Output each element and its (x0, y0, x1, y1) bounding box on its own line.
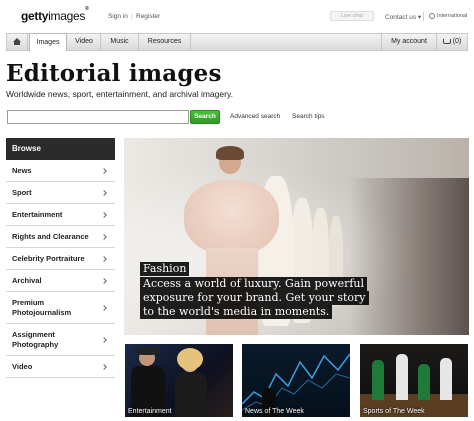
chevron-right-icon (101, 211, 107, 218)
logo-text-thin: images (48, 9, 86, 23)
home-icon (13, 38, 21, 45)
search-input[interactable] (7, 110, 189, 124)
header-divider (423, 12, 424, 21)
sign-in-link[interactable]: Sign in (108, 13, 128, 20)
thumbnail-sports-of-the-week[interactable]: Sports of The Week (360, 344, 468, 417)
thumbnail-news-of-the-week[interactable]: News of The Week (242, 344, 350, 417)
audience-background (349, 178, 469, 335)
sidebar-item-rights-and-clearance[interactable]: Rights and Clearance (6, 226, 115, 248)
chevron-right-icon (101, 304, 107, 311)
getty-images-logo[interactable]: gettyimages® (21, 6, 89, 23)
page-title: Editorial images (6, 60, 222, 87)
advanced-search-link[interactable]: Advanced search (230, 113, 280, 120)
my-account-button[interactable]: My account (381, 34, 436, 50)
hero-fashion-image[interactable]: Fashion Access a world of luxury. Gain p… (124, 138, 469, 335)
main-nav-bar: Images Video Music Resources My account … (6, 33, 468, 51)
hero-caption-line: to the world's media in moments. (140, 305, 333, 319)
chevron-right-icon (101, 336, 107, 343)
register-link[interactable]: Register (136, 13, 160, 20)
sidebar-item-label: Sport (12, 188, 32, 197)
sidebar-item-label: Video (12, 362, 33, 371)
hero-caption-line: exposure for your brand. Get your story (140, 291, 369, 305)
cart-count: (0) (452, 38, 462, 45)
cart-icon (442, 39, 451, 44)
logo-registered-mark: ® (85, 6, 89, 12)
lead-model-ruffle-dress (184, 180, 279, 255)
basketball-player (418, 364, 430, 400)
sidebar-item-label: News (12, 166, 32, 175)
thumbnail-label: Sports of The Week (363, 408, 425, 415)
sidebar-item-label: Rights and Clearance (12, 232, 89, 241)
sidebar-item-assignment-photography[interactable]: Assignment Photography (6, 324, 115, 356)
cart-button[interactable]: (0) (436, 34, 467, 50)
lead-model-hair (216, 146, 244, 160)
basketball-player (440, 358, 452, 400)
page-subtitle: Worldwide news, sport, entertainment, an… (6, 89, 233, 99)
basketball-player (396, 354, 408, 400)
tab-resources[interactable]: Resources (139, 34, 191, 50)
tab-video[interactable]: Video (68, 34, 101, 50)
top-bar: gettyimages® Sign in | Register Live cha… (0, 0, 474, 32)
sidebar-item-celebrity-portraiture[interactable]: Celebrity Portraiture (6, 248, 115, 270)
sidebar-item-label: Archival (12, 276, 42, 285)
performer-hair (177, 348, 203, 370)
sidebar-item-label: Entertainment (12, 210, 63, 219)
hero-caption-title: Fashion (140, 262, 190, 276)
sidebar-item-premium-photojournalism[interactable]: Premium Photojournalism (6, 292, 115, 324)
chevron-right-icon (101, 233, 107, 240)
globe-icon (429, 13, 435, 19)
search-button[interactable]: Search (190, 110, 220, 124)
stock-ticker-graphic (242, 353, 350, 411)
chevron-right-icon (101, 189, 107, 196)
browse-sidebar: Browse News Sport Entertainment Rights a… (6, 138, 115, 378)
sidebar-item-label: Celebrity Portraiture (12, 254, 85, 263)
thumbnail-label: Entertainment (128, 408, 172, 415)
sidebar-item-news[interactable]: News (6, 160, 115, 182)
search-tips-link[interactable]: Search tips (292, 113, 325, 120)
thumbnail-entertainment[interactable]: Entertainment (125, 344, 233, 417)
sidebar-item-label: Premium Photojournalism (12, 297, 72, 317)
basketball-player (372, 360, 384, 400)
contact-us-dropdown[interactable]: Contact us ▾ (385, 13, 421, 21)
browse-heading: Browse (6, 138, 115, 160)
header-separator: | (131, 13, 133, 20)
performer-body (175, 372, 207, 417)
logo-text-bold: getty (21, 9, 49, 23)
chevron-right-icon (101, 363, 107, 370)
sidebar-item-video[interactable]: Video (6, 356, 115, 378)
region-selector[interactable]: International (437, 13, 467, 19)
thumbnail-label: News of The Week (245, 408, 304, 415)
tab-music[interactable]: Music (101, 34, 139, 50)
sidebar-item-archival[interactable]: Archival (6, 270, 115, 292)
sidebar-item-label: Assignment Photography (12, 329, 59, 349)
chevron-right-icon (101, 255, 107, 262)
live-chat-button[interactable]: Live chat (330, 11, 374, 21)
chevron-right-icon (101, 167, 107, 174)
sidebar-item-sport[interactable]: Sport (6, 182, 115, 204)
tab-images[interactable]: Images (29, 33, 67, 51)
chevron-right-icon (101, 277, 107, 284)
nav-home-button[interactable] (7, 34, 28, 50)
hero-caption-line: Access a world of luxury. Gain powerful (140, 277, 368, 291)
sidebar-item-entertainment[interactable]: Entertainment (6, 204, 115, 226)
performer-hat (135, 347, 159, 355)
